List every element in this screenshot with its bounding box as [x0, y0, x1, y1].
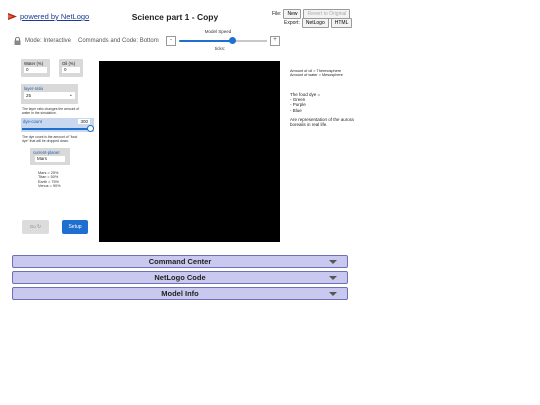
water-monitor-label: Water (%) — [24, 61, 44, 66]
planet-notes: Mars = 25% Titan = 50% Earth = 75% Venus… — [38, 171, 60, 188]
model-info-panel[interactable]: Model Info — [12, 287, 348, 300]
speed-slider-rest — [231, 40, 267, 42]
netlogo-code-title: NetLogo Code — [154, 273, 206, 282]
command-center-title: Command Center — [148, 257, 212, 266]
world-view[interactable] — [99, 61, 280, 242]
chevron-down-icon — [329, 276, 337, 280]
commands-code-position[interactable]: Commands and Code: Bottom — [78, 38, 159, 44]
layer-ratio-note: The layer ratio changes the amount of wa… — [22, 107, 80, 116]
netlogo-link-text[interactable]: powered by NetLogo — [20, 12, 89, 21]
aurora-note: Are representation of the aurora boreali… — [290, 117, 354, 128]
speed-decrease-button[interactable]: - — [166, 36, 176, 46]
netlogo-logo-icon — [8, 13, 17, 20]
current-planet-input[interactable]: current-planet Mars — [30, 148, 70, 165]
lock-icon — [14, 37, 21, 45]
speed-increase-button[interactable]: + — [270, 36, 280, 46]
netlogo-link[interactable]: powered by NetLogo — [8, 12, 89, 21]
dye-count-track[interactable] — [22, 128, 91, 130]
dye-count-label: dye-count — [23, 119, 42, 124]
dye-count-slider[interactable]: dye-count 300 — [21, 118, 94, 132]
dye-count-note: The dye count is the amount of "food dye… — [22, 135, 78, 144]
command-center-panel[interactable]: Command Center — [12, 255, 348, 268]
oil-monitor: Oil (%) 0 — [59, 59, 83, 77]
go-button-label: Go — [29, 224, 36, 229]
netlogo-code-panel[interactable]: NetLogo Code — [12, 271, 348, 284]
chevron-down-icon: ⌄ — [68, 92, 73, 98]
layer-ratio-chooser[interactable]: layer-ratio 25 ⌄ — [21, 84, 78, 104]
dye-note: The food dye = - Green - Purple - Blue — [290, 92, 350, 113]
legend-note: Amount of oil = Thermosphere Amount of w… — [290, 69, 350, 78]
export-label: Export: — [284, 20, 300, 26]
water-monitor-value: 0 — [24, 67, 47, 73]
mode-label: Mode: Interactive — [25, 38, 72, 44]
model-info-title: Model Info — [161, 289, 199, 298]
model-speed-label: Model Speed — [204, 29, 232, 34]
layer-ratio-value: 25 — [26, 93, 32, 98]
export-netlogo-button[interactable]: NetLogo — [301, 18, 329, 28]
planet-note: Titan = 50% — [38, 175, 59, 180]
legend-line: Amount of water = Mesosphere — [290, 73, 343, 78]
speed-slider-thumb[interactable] — [228, 37, 236, 44]
page-title: Science part 1 - Copy — [131, 12, 219, 22]
export-row: Export: NetLogo HTML — [284, 18, 353, 28]
current-planet-label: current-planet — [33, 150, 60, 155]
water-monitor: Water (%) 0 — [21, 59, 50, 77]
go-button[interactable]: Go ↻ — [22, 220, 49, 234]
oil-monitor-value: 0 — [62, 67, 80, 73]
model-speed-control: - + — [166, 36, 280, 46]
dye-color: - Blue — [290, 107, 302, 113]
dye-count-value: 300 — [78, 119, 90, 124]
chevron-down-icon — [329, 292, 337, 296]
dye-count-thumb[interactable] — [87, 125, 94, 132]
speed-slider[interactable] — [179, 37, 267, 44]
export-html-button[interactable]: HTML — [330, 18, 353, 28]
layer-ratio-select[interactable]: 25 ⌄ — [24, 92, 75, 99]
forever-icon: ↻ — [37, 224, 42, 230]
current-planet-value[interactable]: Mars — [35, 156, 65, 162]
layer-ratio-label: layer-ratio — [24, 86, 44, 91]
oil-monitor-label: Oil (%) — [62, 61, 76, 66]
file-label: File: — [272, 11, 282, 17]
chevron-down-icon — [329, 260, 337, 264]
planet-note: Venus = 90% — [38, 183, 61, 188]
setup-button[interactable]: Setup — [62, 220, 88, 234]
ticks-label: ticks: — [214, 46, 226, 51]
mode-toggle[interactable]: Mode: Interactive — [14, 37, 71, 45]
